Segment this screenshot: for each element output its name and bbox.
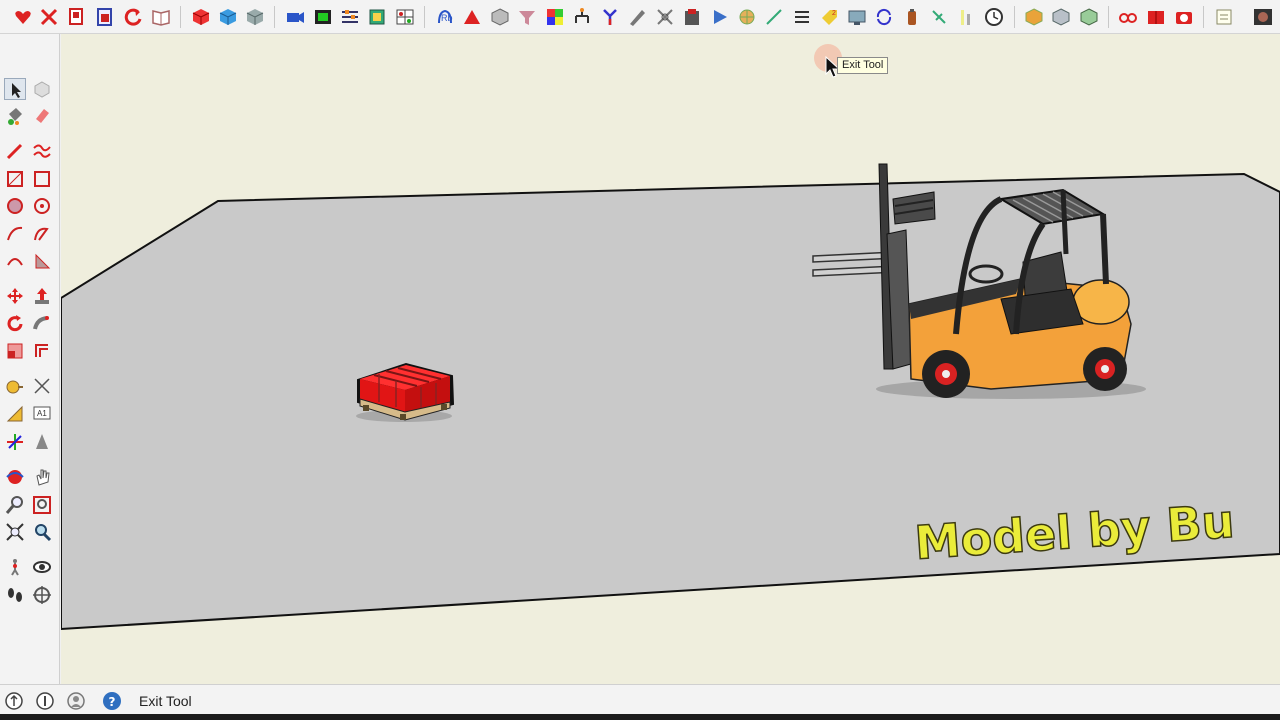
section-plane-icon[interactable]	[31, 584, 53, 606]
funnel-icon[interactable]	[516, 6, 538, 28]
credits-icon[interactable]	[35, 691, 55, 711]
camera-square-icon[interactable]	[1252, 6, 1274, 28]
red-glasses-icon[interactable]	[1117, 6, 1139, 28]
scale-icon[interactable]	[4, 340, 26, 362]
front-wheel	[922, 350, 970, 398]
orange-box-icon[interactable]	[1023, 6, 1045, 28]
pie-icon[interactable]	[31, 250, 53, 272]
bar-icon[interactable]	[955, 6, 977, 28]
bottle-icon[interactable]	[901, 6, 923, 28]
select-icon[interactable]	[654, 6, 676, 28]
paint-bucket-icon[interactable]	[4, 105, 26, 127]
status-bar: ? Exit Tool	[0, 684, 1280, 714]
film-icon[interactable]	[312, 6, 334, 28]
line-tool-icon[interactable]	[4, 140, 26, 162]
globe-icon[interactable]	[736, 6, 758, 28]
follow-me-icon[interactable]	[31, 313, 53, 335]
list-icon[interactable]	[791, 6, 813, 28]
position-camera-icon[interactable]	[4, 556, 26, 578]
svg-text:A1: A1	[37, 409, 47, 418]
rectangle-icon[interactable]	[4, 168, 26, 190]
zoom-window-icon[interactable]	[31, 494, 53, 516]
walk-icon[interactable]	[4, 584, 26, 606]
left-toolbar: A1	[0, 34, 60, 684]
blue-cube-icon[interactable]	[217, 6, 239, 28]
tag-icon[interactable]: 2	[818, 6, 840, 28]
rotate-icon[interactable]	[4, 313, 26, 335]
ground-plane	[61, 172, 1280, 631]
open-book-icon[interactable]	[150, 6, 172, 28]
red-camera-icon[interactable]	[1173, 6, 1195, 28]
rear-wheel	[1083, 347, 1127, 391]
push-pull-icon[interactable]	[31, 285, 53, 307]
freehand-icon[interactable]	[31, 140, 53, 162]
green-box-icon[interactable]	[1078, 6, 1100, 28]
zoom-extents-icon[interactable]	[4, 521, 26, 543]
geo-location-icon[interactable]	[4, 691, 24, 711]
eraser-icon[interactable]	[31, 105, 53, 127]
three-point-arc-icon[interactable]	[4, 250, 26, 272]
component-icon[interactable]	[31, 78, 53, 100]
camera-icon[interactable]	[284, 6, 306, 28]
box-icon[interactable]	[489, 6, 511, 28]
move-icon[interactable]	[4, 285, 26, 307]
help-icon[interactable]: ?	[102, 691, 122, 711]
top-toolbar: Rb 2	[0, 0, 1280, 34]
red-book-icon[interactable]	[1145, 6, 1167, 28]
axes-icon[interactable]	[4, 431, 26, 453]
circle-icon[interactable]	[4, 195, 26, 217]
color-cube-icon[interactable]	[544, 6, 566, 28]
text-icon[interactable]: A1	[31, 403, 53, 425]
rotated-rectangle-icon[interactable]	[31, 168, 53, 190]
pan-icon[interactable]	[31, 466, 53, 488]
note-icon[interactable]	[1213, 6, 1235, 28]
hierarchy-icon[interactable]	[571, 6, 593, 28]
3d-text-icon[interactable]	[31, 431, 53, 453]
triangle-icon[interactable]	[461, 6, 483, 28]
paste-icon[interactable]	[94, 6, 116, 28]
sketchup-window: Rb 2 A1 Model by Bu Exit Tool ? Exit Too…	[0, 0, 1280, 720]
heart-icon[interactable]	[12, 6, 34, 28]
refresh-icon[interactable]	[873, 6, 895, 28]
zoom-icon[interactable]	[4, 494, 26, 516]
sliders-icon[interactable]	[339, 6, 361, 28]
plug-icon[interactable]	[928, 6, 950, 28]
grid-icon[interactable]	[394, 6, 416, 28]
arc-icon[interactable]	[4, 223, 26, 245]
arrow-split-icon[interactable]	[599, 6, 621, 28]
model-viewport[interactable]: Model by Bu	[61, 34, 1280, 684]
svg-text:?: ?	[109, 695, 116, 709]
layers-icon[interactable]	[366, 6, 388, 28]
gray-box-icon[interactable]	[1050, 6, 1072, 28]
gray-cube-icon[interactable]	[244, 6, 266, 28]
cube-stack-icon[interactable]	[681, 6, 703, 28]
red-cube-icon[interactable]	[190, 6, 212, 28]
previous-view-icon[interactable]	[31, 521, 53, 543]
undo-icon[interactable]	[122, 6, 144, 28]
dimension-icon[interactable]	[31, 375, 53, 397]
bottom-strip	[0, 714, 1280, 720]
select-tool-icon[interactable]	[4, 78, 26, 100]
svg-text:Rb: Rb	[441, 13, 453, 23]
pencil-icon[interactable]	[626, 6, 648, 28]
status-text: Exit Tool	[139, 693, 192, 709]
line-icon[interactable]	[763, 6, 785, 28]
tape-measure-icon[interactable]	[4, 375, 26, 397]
offset-icon[interactable]	[31, 340, 53, 362]
two-point-arc-icon[interactable]	[31, 223, 53, 245]
paint-icon[interactable]: Rb	[434, 6, 456, 28]
svg-text:2: 2	[832, 10, 836, 17]
polygon-icon[interactable]	[31, 195, 53, 217]
arrow-icon[interactable]	[709, 6, 731, 28]
tooltip: Exit Tool	[837, 57, 889, 74]
monitor-icon[interactable]	[846, 6, 868, 28]
scene-canvas: Model by Bu	[61, 44, 1280, 631]
copy-icon[interactable]	[66, 6, 88, 28]
clock-icon[interactable]	[983, 6, 1005, 28]
cut-icon[interactable]	[38, 6, 60, 28]
orbit-icon[interactable]	[4, 466, 26, 488]
protractor-icon[interactable]	[4, 403, 26, 425]
user-account-icon[interactable]	[66, 691, 86, 711]
look-around-icon[interactable]	[31, 556, 53, 578]
